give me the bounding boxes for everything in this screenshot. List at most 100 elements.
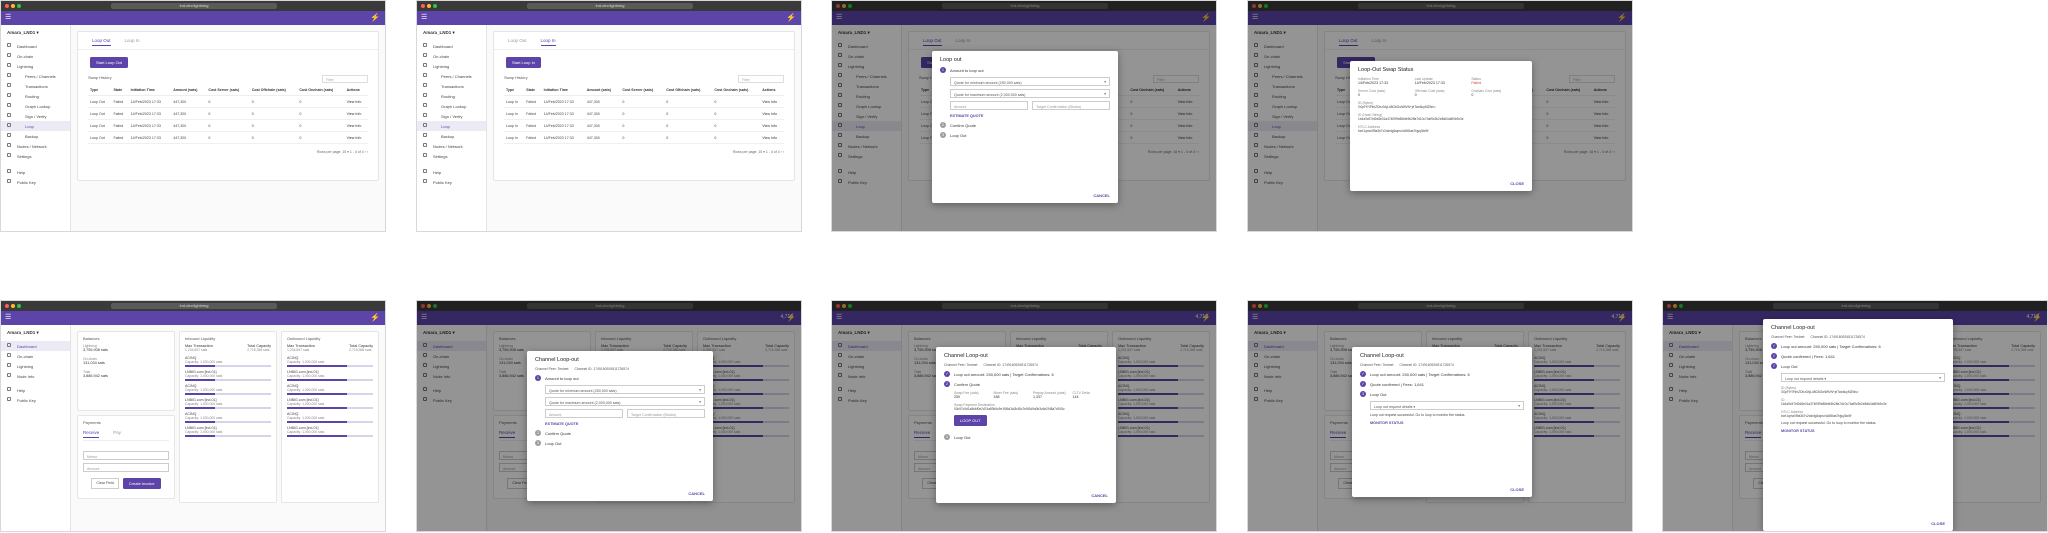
amount-input[interactable]: Amount	[545, 409, 623, 418]
node-alias-selector[interactable]: Amara_LND1 ▾	[417, 28, 486, 41]
tab-loop-out[interactable]: Loop Out	[92, 38, 111, 46]
loop-out-details-select[interactable]: Loop out request details ▾	[1370, 401, 1524, 410]
minimize-window-button[interactable]	[11, 304, 15, 308]
clear-fields-button[interactable]: Clear Field	[91, 478, 119, 489]
sidebar-item-help[interactable]: Help	[1, 167, 70, 177]
filter-input[interactable]: Filter	[322, 75, 368, 83]
channel-item[interactable]: ACINQCapacity: 1,000,000 sats	[185, 384, 271, 395]
channel-item[interactable]: ACINQCapacity: 1,000,000 sats	[287, 384, 373, 395]
sidebar-item-on-chain[interactable]: On-chain	[1, 51, 70, 61]
tab-loop-out[interactable]: Loop Out	[508, 38, 527, 46]
sidebar-item-sign-verify[interactable]: Sign / Verify	[417, 111, 486, 121]
sidebar-item-nodes-network[interactable]: Nodes / Network	[1, 141, 70, 151]
loop-out-button[interactable]: LOOP OUT	[954, 415, 987, 426]
tab-loop-in[interactable]: Loop In	[125, 38, 140, 46]
address-bar[interactable]: lnd-dev.lightning	[111, 3, 277, 9]
view-info-link[interactable]: View Info	[344, 95, 368, 108]
menu-icon[interactable]: ☰	[5, 14, 11, 22]
table-pagination[interactable]: Rows per page: 10 ▾ 1 - 4 of 4 ‹ ›	[78, 146, 378, 158]
quote-max-select[interactable]: Quote for maximum amount (2,000,000 sats…	[950, 89, 1110, 98]
sidebar-item-loop[interactable]: Loop	[417, 121, 486, 131]
estimate-quote-button[interactable]: ESTIMATE QUOTE	[950, 114, 1110, 118]
close-button[interactable]: CLOSE	[1931, 521, 1945, 526]
sidebar-item-dashboard[interactable]: Dashboard	[1, 41, 70, 51]
quote-min-select[interactable]: Quote for minimum amount (250,000 sats)	[950, 77, 1110, 86]
lightning-bolt-icon[interactable]: ⚡	[786, 13, 796, 23]
sidebar-item-dashboard[interactable]: Dashboard	[417, 41, 486, 51]
tab-pay[interactable]: Pay	[113, 430, 121, 438]
channel-item[interactable]: LNBIG.com [lnd-01]Capacity: 1,000,000 sa…	[287, 370, 373, 381]
sidebar-item-routing[interactable]: Routing	[417, 91, 486, 101]
sidebar-item-routing[interactable]: Routing	[1, 91, 70, 101]
channel-item[interactable]: ACINQCapacity: 1,000,000 sats	[287, 356, 373, 367]
start-loop-out-button[interactable]: Start Loop Out	[90, 57, 129, 68]
cancel-button[interactable]: CANCEL	[688, 491, 705, 496]
view-info-link[interactable]: View Info	[344, 119, 368, 132]
minimize-window-button[interactable]	[427, 4, 431, 8]
sidebar-item-loop[interactable]: Loop	[1, 121, 70, 131]
maximize-window-button[interactable]	[433, 4, 437, 8]
sidebar-item-lightning[interactable]: Lightning	[1, 361, 70, 371]
sidebar-item-on-chain[interactable]: On-chain	[1, 351, 70, 361]
channel-item[interactable]: ACINQCapacity: 1,000,000 sats	[185, 356, 271, 367]
channel-item[interactable]: ACINQCapacity: 1,000,000 sats	[185, 412, 271, 423]
sidebar-item-lightning[interactable]: Lightning	[417, 61, 486, 71]
sidebar-item-public-key[interactable]: Public Key	[1, 177, 70, 187]
channel-item[interactable]: LNBIG.com [lnd-01]Capacity: 1,000,000 sa…	[185, 398, 271, 409]
close-button[interactable]: CLOSE	[1510, 487, 1524, 492]
view-info-link[interactable]: View Info	[344, 107, 368, 120]
table-pagination[interactable]: Rows per page: 10 ▾ 1 - 4 of 4 ‹ ›	[494, 146, 794, 158]
quote-max-select[interactable]: Quote for maximum amount (2,000,000 sats…	[545, 397, 705, 406]
close-window-button[interactable]	[5, 304, 9, 308]
node-alias-selector[interactable]: Amara_LND1 ▾	[1, 28, 70, 41]
lightning-bolt-icon[interactable]: ⚡	[370, 13, 380, 23]
sidebar-item-backup[interactable]: Backup	[417, 131, 486, 141]
view-info-link[interactable]: View Info	[344, 131, 368, 144]
address-bar[interactable]: lnd-dev.lightning	[527, 3, 693, 9]
monitor-status-button[interactable]: MONITOR STATUS	[1370, 421, 1524, 425]
node-alias-selector[interactable]: Amara_LND1 ▾	[1, 328, 70, 341]
target-confirmation-select[interactable]: Target Confirmation (Blocks)	[627, 409, 705, 418]
view-info-link[interactable]: View Info	[760, 107, 784, 120]
sidebar-item-node-info[interactable]: Node Info	[1, 371, 70, 381]
amount-input[interactable]: Amount	[950, 101, 1028, 110]
amount-input[interactable]: Amount	[83, 463, 169, 472]
cancel-button[interactable]: CANCEL	[1091, 493, 1108, 498]
filter-input[interactable]: Filter	[738, 75, 784, 83]
sidebar-item-help[interactable]: Help	[417, 167, 486, 177]
tab-loop-in[interactable]: Loop In	[540, 38, 556, 46]
sidebar-item-graph-lookup[interactable]: Graph Lookup	[417, 101, 486, 111]
view-info-link[interactable]: View Info	[760, 119, 784, 132]
view-info-link[interactable]: View Info	[760, 95, 784, 108]
close-window-button[interactable]	[421, 4, 425, 8]
sidebar-item-dashboard[interactable]: Dashboard	[1, 341, 70, 351]
sidebar-item-on-chain[interactable]: On-chain	[417, 51, 486, 61]
sidebar-item-lightning[interactable]: Lightning	[1, 61, 70, 71]
estimate-quote-button[interactable]: ESTIMATE QUOTE	[545, 422, 705, 426]
address-bar[interactable]: lnd-dev.lightning	[111, 303, 277, 309]
sidebar-item-public-key[interactable]: Public Key	[417, 177, 486, 187]
channel-item[interactable]: LNBIG.com [lnd-01]Capacity: 1,000,000 sa…	[287, 398, 373, 409]
sidebar-item-public-key[interactable]: Public Key	[1, 395, 70, 405]
sidebar-item-help[interactable]: Help	[1, 385, 70, 395]
minimize-window-button[interactable]	[11, 4, 15, 8]
tab-receive[interactable]: Receive	[83, 430, 100, 438]
sidebar-item-transactions[interactable]: Transactions	[417, 81, 486, 91]
loop-out-details-select[interactable]: Loop out request details ▾	[1781, 373, 1945, 382]
sidebar-item-peers-channels[interactable]: Peers / Channels	[1, 71, 70, 81]
channel-item[interactable]: LNBIG.com [lnd-01]Capacity: 1,000,000 sa…	[185, 426, 271, 437]
monitor-status-button[interactable]: MONITOR STATUS	[1781, 429, 1945, 433]
channel-item[interactable]: ACINQCapacity: 1,000,000 sats	[287, 412, 373, 423]
channel-item[interactable]: LNBIG.com [lnd-01]Capacity: 1,000,000 sa…	[185, 370, 271, 381]
maximize-window-button[interactable]	[17, 4, 21, 8]
close-window-button[interactable]	[5, 4, 9, 8]
sidebar-item-graph-lookup[interactable]: Graph Lookup	[1, 101, 70, 111]
sidebar-item-peers-channels[interactable]: Peers / Channels	[417, 71, 486, 81]
lightning-bolt-icon[interactable]: ⚡	[370, 313, 380, 323]
menu-icon[interactable]: ☰	[421, 14, 427, 22]
cancel-button[interactable]: CANCEL	[1093, 193, 1110, 198]
sidebar-item-backup[interactable]: Backup	[1, 131, 70, 141]
channel-item[interactable]: LNBIG.com [lnd-01]Capacity: 1,000,000 sa…	[287, 426, 373, 437]
menu-icon[interactable]: ☰	[5, 314, 11, 322]
start-loop-in-button[interactable]: Start Loop In	[506, 57, 541, 68]
